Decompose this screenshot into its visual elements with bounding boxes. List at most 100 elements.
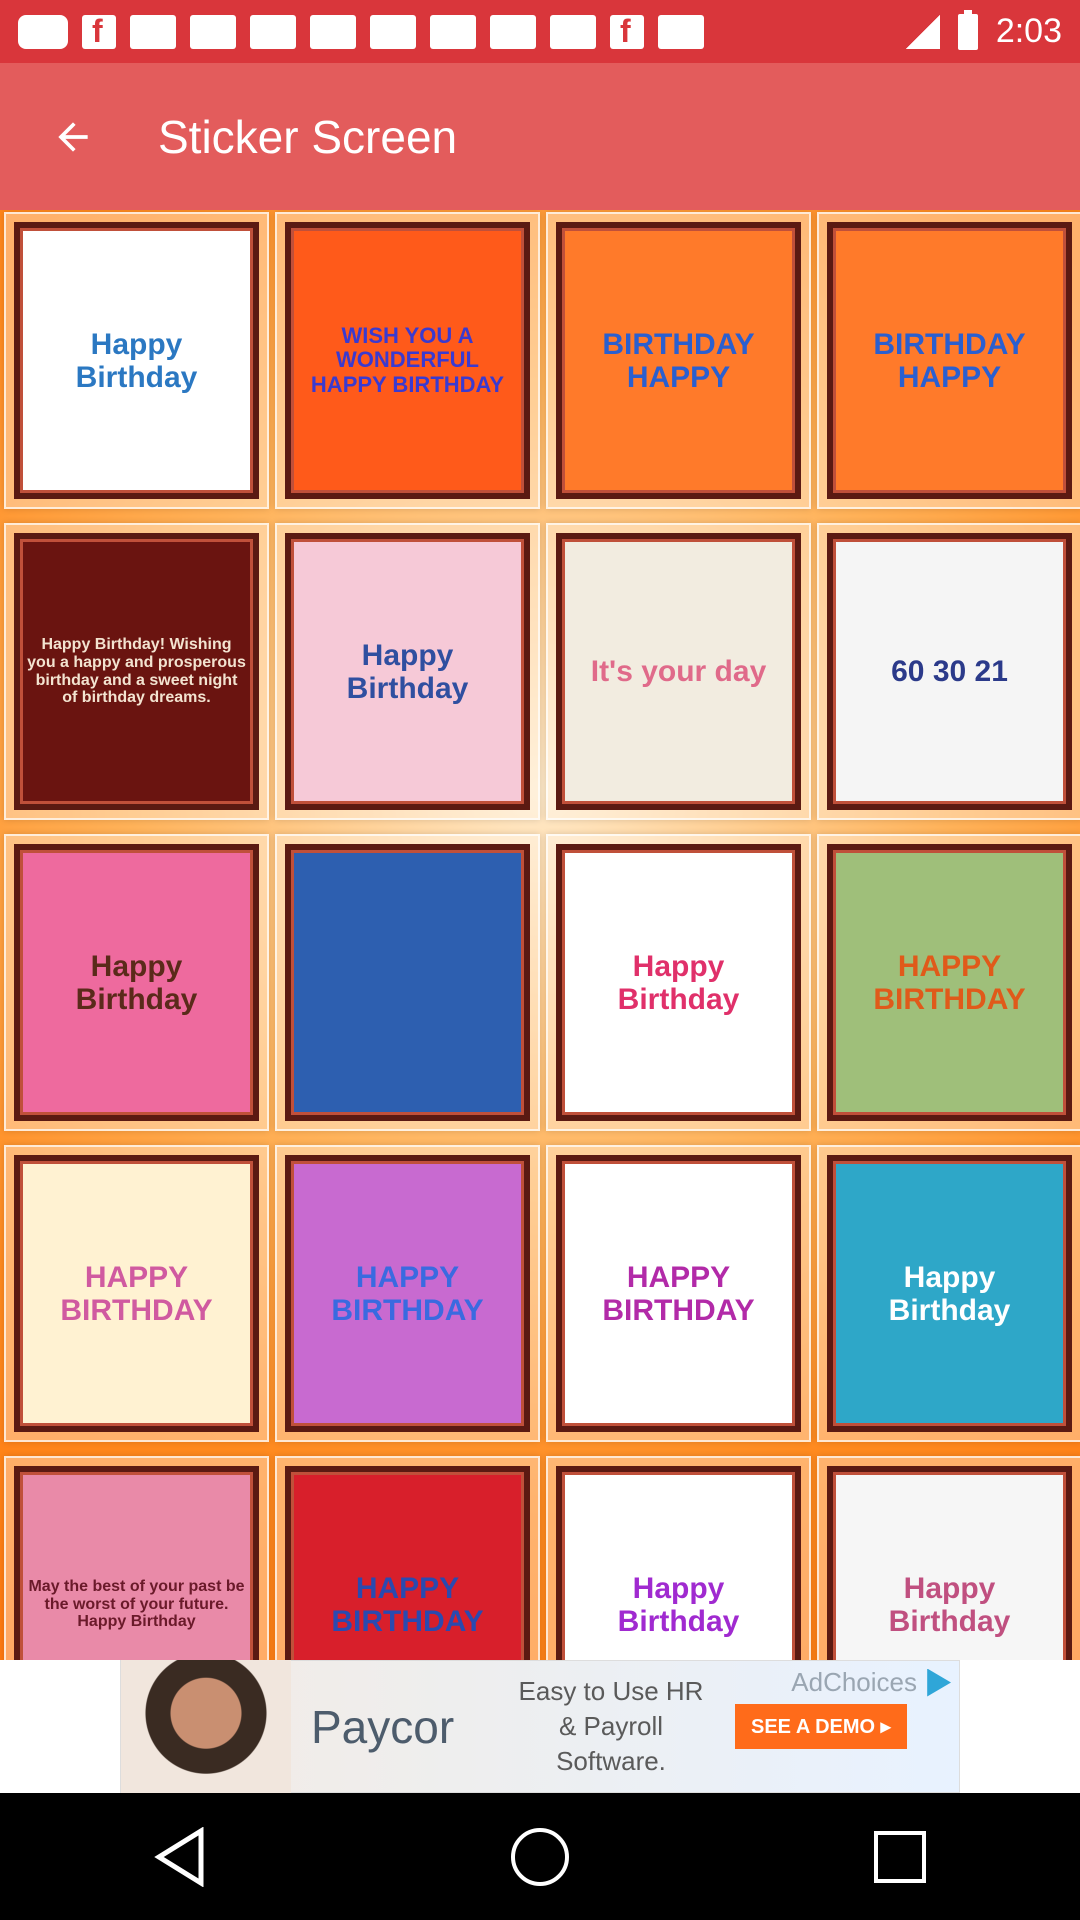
- sticker-label: 60 30 21: [891, 655, 1008, 688]
- notification-icon: [550, 14, 596, 49]
- sticker-image: HAPPY BIRTHDAY: [285, 1155, 530, 1432]
- back-button[interactable]: [0, 63, 146, 210]
- ad-brand: Paycor: [311, 1700, 455, 1753]
- sticker-label: Happy Birthday: [75, 949, 198, 1016]
- sticker-label: Happy Birthday: [888, 1571, 1011, 1638]
- status-bar: 2:03: [0, 0, 1080, 63]
- ad-image: [121, 1660, 291, 1793]
- nav-home-icon: [511, 1827, 569, 1886]
- sticker-tile[interactable]: Happy Birthday: [275, 523, 540, 820]
- sticker-label: Happy Birthday: [346, 638, 469, 705]
- ad-banner[interactable]: Paycor Easy to Use HR & Payroll Software…: [0, 1660, 1080, 1793]
- sticker-label: It's your day: [590, 655, 767, 688]
- sticker-image: [285, 844, 530, 1121]
- ad-content[interactable]: Paycor Easy to Use HR & Payroll Software…: [120, 1660, 960, 1793]
- notification-icon: [370, 14, 416, 49]
- sticker-label: [402, 977, 414, 989]
- status-time: 2:03: [995, 12, 1062, 50]
- navigation-bar: [0, 1793, 1080, 1920]
- sticker-tile[interactable]: HAPPY BIRTHDAY: [546, 1145, 811, 1442]
- sticker-tile[interactable]: Happy Birthday: [546, 834, 811, 1131]
- sticker-image: Happy Birthday: [14, 844, 259, 1121]
- sticker-label: May the best of your past be the worst o…: [28, 1578, 245, 1631]
- sticker-tile[interactable]: Happy Birthday! Wishing you a happy and …: [4, 523, 269, 820]
- sticker-image: WISH YOU A WONDERFUL HAPPY BIRTHDAY: [285, 222, 530, 499]
- sticker-label: HAPPY BIRTHDAY: [331, 1571, 484, 1638]
- sticker-image: Happy Birthday: [285, 533, 530, 810]
- sticker-tile[interactable]: Happy Birthday: [817, 1456, 1080, 1660]
- sticker-image: It's your day: [556, 533, 801, 810]
- sticker-image: Happy Birthday: [556, 1466, 801, 1660]
- sticker-label: BIRTHDAY HAPPY: [602, 327, 755, 394]
- notification-icon: [250, 14, 296, 49]
- page-title: Sticker Screen: [158, 110, 458, 163]
- sticker-tile[interactable]: Happy Birthday: [4, 212, 269, 509]
- sticker-label: HAPPY BIRTHDAY: [60, 1260, 213, 1327]
- sticker-image: May the best of your past be the worst o…: [14, 1466, 259, 1660]
- sticker-image: Happy Birthday! Wishing you a happy and …: [14, 533, 259, 810]
- status-right: 2:03: [905, 9, 1062, 51]
- sticker-label: Happy Birthday: [888, 1260, 1011, 1327]
- app-bar: Sticker Screen: [0, 63, 1080, 210]
- sticker-label: Happy Birthday: [75, 327, 198, 394]
- battery-icon: [957, 9, 978, 50]
- sticker-image: Happy Birthday: [827, 1155, 1072, 1432]
- nav-back-icon: [154, 1826, 204, 1887]
- signal-icon: [905, 14, 940, 49]
- sticker-image: HAPPY BIRTHDAY: [556, 1155, 801, 1432]
- sticker-image: HAPPY BIRTHDAY: [14, 1155, 259, 1432]
- sticker-image: HAPPY BIRTHDAY: [285, 1466, 530, 1660]
- sticker-tile[interactable]: [275, 834, 540, 1131]
- sticker-tile[interactable]: HAPPY BIRTHDAY: [4, 1145, 269, 1442]
- sticker-label: HAPPY BIRTHDAY: [602, 1260, 755, 1327]
- sticker-label: Happy Birthday: [617, 949, 740, 1016]
- sticker-label: BIRTHDAY HAPPY: [873, 327, 1026, 394]
- sticker-label: WISH YOU A WONDERFUL HAPPY BIRTHDAY: [310, 323, 505, 397]
- ad-text: Easy to Use HR & Payroll Software.: [518, 1675, 704, 1777]
- notification-icon: [310, 14, 356, 49]
- ad-cta-button[interactable]: SEE A DEMO ▸: [735, 1704, 907, 1749]
- message-icon: [18, 14, 68, 49]
- sticker-tile[interactable]: HAPPY BIRTHDAY: [275, 1456, 540, 1660]
- arrow-back-icon: [58, 121, 88, 152]
- sticker-tile[interactable]: HAPPY BIRTHDAY: [817, 834, 1080, 1131]
- sticker-tile[interactable]: BIRTHDAY HAPPY: [546, 212, 811, 509]
- notification-icon: [658, 14, 704, 49]
- facebook-icon: [610, 13, 644, 50]
- sticker-label: Happy Birthday: [617, 1571, 740, 1638]
- sticker-image: BIRTHDAY HAPPY: [556, 222, 801, 499]
- sticker-tile[interactable]: HAPPY BIRTHDAY: [275, 1145, 540, 1442]
- notification-icon: [190, 14, 236, 49]
- sticker-tile[interactable]: Happy Birthday: [546, 1456, 811, 1660]
- notification-icon: [490, 14, 536, 49]
- facebook-icon: [82, 13, 116, 50]
- sticker-tile[interactable]: WISH YOU A WONDERFUL HAPPY BIRTHDAY: [275, 212, 540, 509]
- sticker-image: Happy Birthday: [827, 1466, 1072, 1660]
- sticker-label: HAPPY BIRTHDAY: [331, 1260, 484, 1327]
- sticker-grid: Happy Birthday WISH YOU A WONDERFUL HAPPY…: [0, 210, 1080, 1660]
- sticker-tile[interactable]: Happy Birthday: [4, 834, 269, 1131]
- sticker-image: Happy Birthday: [556, 844, 801, 1121]
- sticker-tile[interactable]: It's your day: [546, 523, 811, 820]
- sticker-image: Happy Birthday: [14, 222, 259, 499]
- sticker-grid-container: Happy Birthday WISH YOU A WONDERFUL HAPPY…: [0, 210, 1080, 1660]
- ad-choices-label: AdChoices: [791, 1667, 917, 1697]
- nav-recents-icon: [874, 1830, 926, 1883]
- sticker-image: 60 30 21: [827, 533, 1072, 810]
- notification-icons: [18, 13, 704, 50]
- notification-icon: [130, 14, 176, 49]
- sticker-image: BIRTHDAY HAPPY: [827, 222, 1072, 499]
- ad-choices[interactable]: AdChoices: [791, 1667, 951, 1698]
- sticker-label: HAPPY BIRTHDAY: [873, 949, 1026, 1016]
- sticker-tile[interactable]: 60 30 21: [817, 523, 1080, 820]
- sticker-image: HAPPY BIRTHDAY: [827, 844, 1072, 1121]
- ad-choices-icon: [927, 1668, 951, 1697]
- nav-home-button[interactable]: [495, 1812, 585, 1902]
- notification-icon: [430, 14, 476, 49]
- sticker-tile[interactable]: BIRTHDAY HAPPY: [817, 212, 1080, 509]
- nav-recents-button[interactable]: [855, 1812, 945, 1902]
- sticker-tile[interactable]: Happy Birthday: [817, 1145, 1080, 1442]
- sticker-label: Happy Birthday! Wishing you a happy and …: [27, 636, 246, 707]
- sticker-tile[interactable]: May the best of your past be the worst o…: [4, 1456, 269, 1660]
- nav-back-button[interactable]: [135, 1812, 225, 1902]
